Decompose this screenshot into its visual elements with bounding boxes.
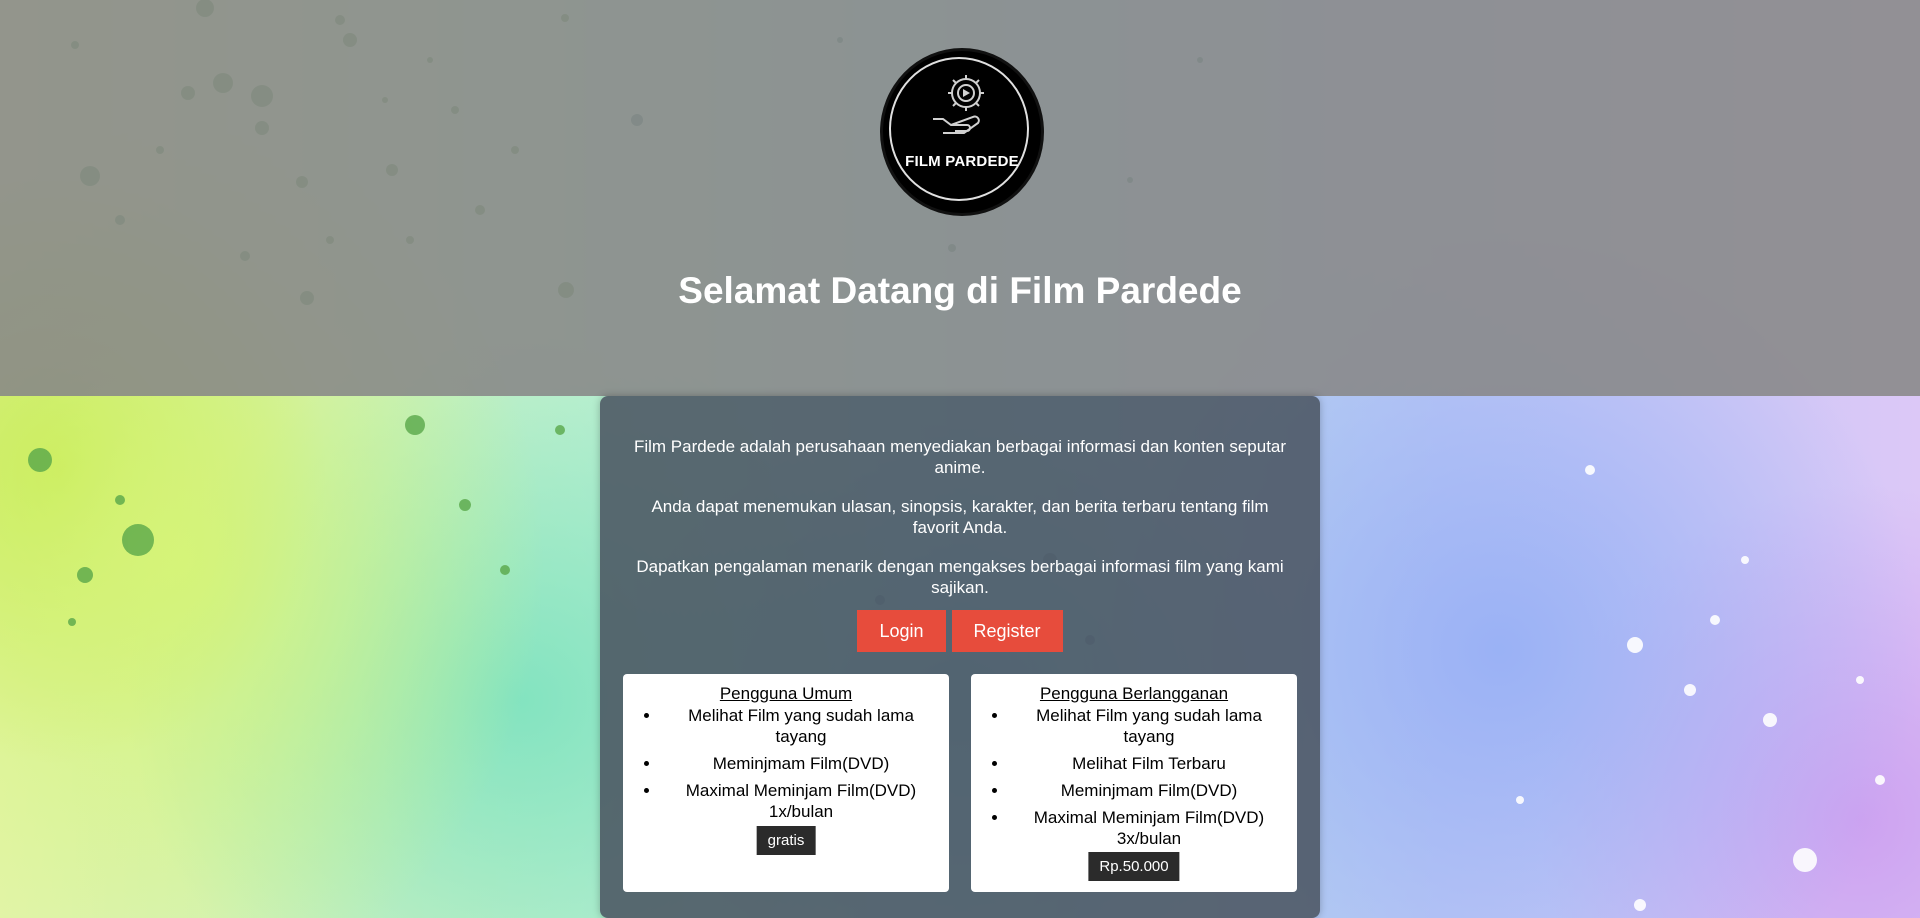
plan-feature: Melihat Film yang sudah lama tayang <box>661 705 941 747</box>
plan-feature: Meminjmam Film(DVD) <box>661 753 941 774</box>
intro-paragraph: Film Pardede adalah perusahaan menyediak… <box>633 437 1287 477</box>
logo-text: FILM PARDEDE <box>905 153 1019 170</box>
plan-feature: Meminjmam Film(DVD) <box>1009 780 1289 801</box>
landing-page: FILM PARDEDE Selamat Datang di Film Pard… <box>0 0 1920 918</box>
auth-button-group: Login Register <box>600 610 1320 652</box>
price-badge: Rp.50.000 <box>1088 852 1180 881</box>
login-button[interactable]: Login <box>857 610 946 652</box>
plan-title: Pengguna Umum <box>719 684 853 703</box>
page-title: Selamat Datang di Film Pardede <box>678 270 1242 311</box>
plan-feature-list: Melihat Film yang sudah lama tayang Meli… <box>999 705 1289 855</box>
plan-feature: Melihat Film yang sudah lama tayang <box>1009 705 1289 747</box>
plan-feature: Maximal Meminjam Film(DVD) 3x/bulan <box>1009 807 1289 849</box>
plan-card-berlangganan: Pengguna Berlangganan Melihat Film yang … <box>971 674 1297 892</box>
gear-play-hand-icon <box>933 75 984 134</box>
price-badge: gratis <box>756 826 816 855</box>
plan-feature-list: Melihat Film yang sudah lama tayang Memi… <box>651 705 941 828</box>
brand-logo[interactable]: FILM PARDEDE <box>880 48 1044 216</box>
register-button[interactable]: Register <box>951 610 1063 652</box>
plan-feature: Maximal Meminjam Film(DVD) 1x/bulan <box>661 780 941 822</box>
info-card: Film Pardede adalah perusahaan menyediak… <box>600 396 1320 918</box>
plan-card-umum: Pengguna Umum Melihat Film yang sudah la… <box>623 674 949 892</box>
plan-feature: Melihat Film Terbaru <box>1009 753 1289 774</box>
hero-banner: FILM PARDEDE Selamat Datang di Film Pard… <box>0 0 1920 396</box>
plan-title: Pengguna Berlangganan <box>1039 684 1229 703</box>
intro-paragraph: Dapatkan pengalaman menarik dengan menga… <box>636 557 1284 597</box>
intro-paragraph: Anda dapat menemukan ulasan, sinopsis, k… <box>651 497 1269 537</box>
